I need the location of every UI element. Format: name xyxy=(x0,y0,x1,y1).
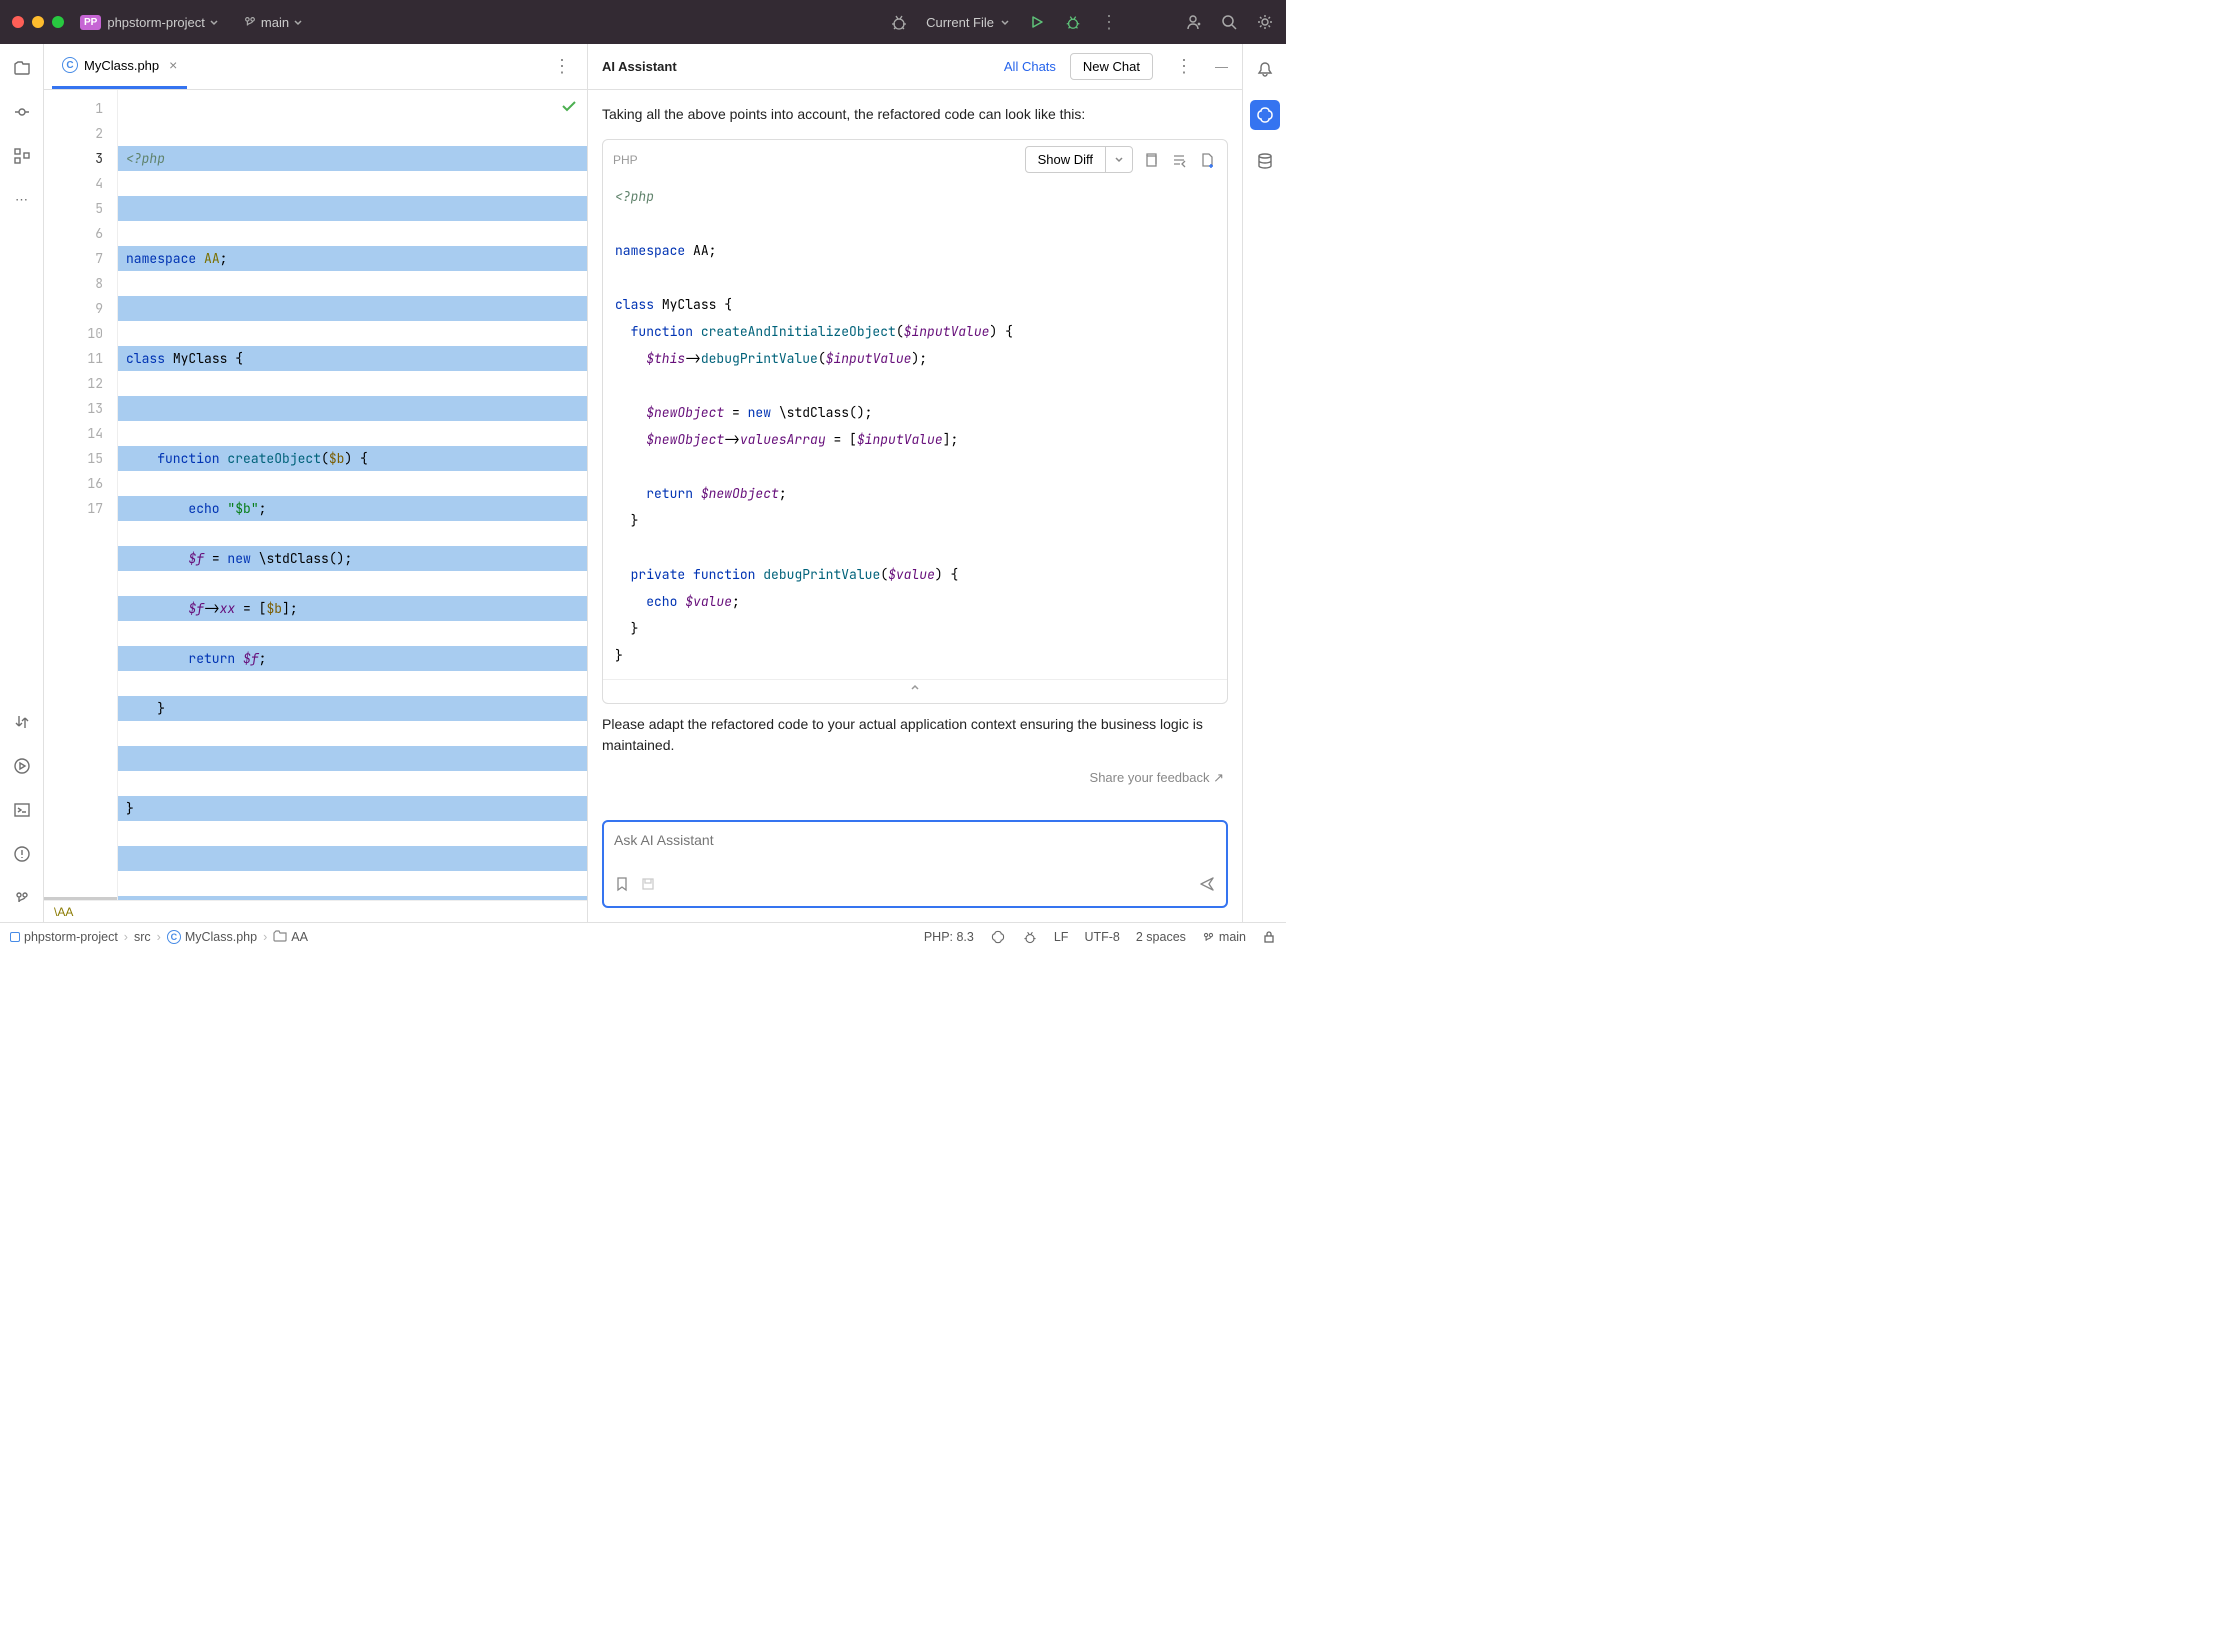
run-button[interactable] xyxy=(1028,13,1046,31)
editor-area: C MyClass.php × ⋮ 1 2 3 4 5 6 7 8 9 10 1… xyxy=(44,44,587,922)
close-tab-button[interactable]: × xyxy=(169,57,177,73)
code-language-badge: PHP xyxy=(613,153,638,167)
branch-selector[interactable]: main xyxy=(239,15,303,30)
project-name: phpstorm-project xyxy=(107,15,205,30)
settings-icon[interactable] xyxy=(1256,13,1274,31)
search-icon[interactable] xyxy=(1220,13,1238,31)
terminal-tool-icon[interactable] xyxy=(12,800,32,820)
bug-actions-icon[interactable] xyxy=(890,13,908,31)
ai-code-content[interactable]: <?php namespace AA; class MyClass { func… xyxy=(603,179,1227,679)
ai-panel-options[interactable]: ⋮ xyxy=(1167,56,1201,77)
database-tool-icon[interactable] xyxy=(1254,150,1276,172)
namespace-icon xyxy=(273,930,287,945)
close-window-button[interactable] xyxy=(12,16,24,28)
breadcrumb-src[interactable]: src xyxy=(134,930,151,944)
status-bar: phpstorm-project › src › C MyClass.php ›… xyxy=(0,922,1286,951)
encoding-status[interactable]: UTF-8 xyxy=(1084,930,1119,944)
vcs-tool-icon[interactable] xyxy=(12,888,32,908)
listener-status-icon[interactable] xyxy=(1022,929,1038,945)
ai-code-block: PHP Show Diff <?php namespace AA; class … xyxy=(602,139,1228,704)
namespace-crumb[interactable]: \AA xyxy=(44,900,587,922)
line-number-gutter: 1 2 3 4 5 6 7 8 9 10 11 12 13 14 15 16 1… xyxy=(44,90,118,900)
ai-input-textarea[interactable] xyxy=(614,832,1216,875)
ai-chat-body: Taking all the above points into account… xyxy=(588,90,1242,820)
show-diff-button[interactable]: Show Diff xyxy=(1025,146,1133,173)
minimize-panel-button[interactable]: — xyxy=(1215,59,1228,74)
window-controls xyxy=(12,16,64,28)
ai-message-outro: Please adapt the refactored code to your… xyxy=(602,714,1228,756)
project-selector[interactable]: PP phpstorm-project xyxy=(80,15,219,30)
branch-name: main xyxy=(261,15,289,30)
php-version-status[interactable]: PHP: 8.3 xyxy=(924,930,974,944)
debug-button[interactable] xyxy=(1064,13,1082,31)
breadcrumb-namespace[interactable]: AA xyxy=(291,930,308,944)
titlebar: PP phpstorm-project main Current File ⋮ xyxy=(0,0,1286,44)
commit-tool-icon[interactable] xyxy=(12,102,32,122)
show-diff-dropdown[interactable] xyxy=(1105,147,1132,172)
lock-status-icon[interactable] xyxy=(1262,930,1276,944)
run-config-label: Current File xyxy=(926,15,994,30)
ai-panel-title: AI Assistant xyxy=(602,59,677,74)
inspection-ok-icon[interactable] xyxy=(559,96,579,116)
left-tool-stripe: ⋯ xyxy=(0,44,44,922)
ai-input-box[interactable] xyxy=(602,820,1228,908)
new-chat-button[interactable]: New Chat xyxy=(1070,53,1153,80)
more-actions-button[interactable]: ⋮ xyxy=(1100,13,1118,31)
tab-filename: MyClass.php xyxy=(84,58,159,73)
breadcrumb-file[interactable]: MyClass.php xyxy=(185,930,257,944)
all-chats-link[interactable]: All Chats xyxy=(1004,59,1056,74)
expand-code-button[interactable] xyxy=(603,679,1227,703)
notifications-icon[interactable] xyxy=(1254,58,1276,80)
editor-tab-bar: C MyClass.php × ⋮ xyxy=(44,44,587,90)
breadcrumb-project[interactable]: phpstorm-project xyxy=(24,930,118,944)
branch-icon xyxy=(243,15,257,29)
create-file-icon[interactable] xyxy=(1199,152,1217,168)
save-prompt-icon[interactable] xyxy=(640,876,656,895)
module-icon xyxy=(10,932,20,942)
structure-tool-icon[interactable] xyxy=(12,146,32,166)
ai-panel-header: AI Assistant All Chats New Chat ⋮ — xyxy=(588,44,1242,90)
indent-status[interactable]: 2 spaces xyxy=(1136,930,1186,944)
project-badge: PP xyxy=(80,15,101,30)
send-button[interactable] xyxy=(1198,875,1216,896)
copy-code-icon[interactable] xyxy=(1143,152,1161,168)
minimize-window-button[interactable] xyxy=(32,16,44,28)
editor-tab[interactable]: C MyClass.php × xyxy=(52,44,187,89)
problems-tool-icon[interactable] xyxy=(12,844,32,864)
code-editor[interactable]: <?php namespace AA; class MyClass { func… xyxy=(118,90,587,900)
php-class-icon: C xyxy=(62,57,78,73)
ai-assistant-tool-icon[interactable] xyxy=(1250,100,1280,130)
services-tool-icon[interactable] xyxy=(12,756,32,776)
code-with-me-icon[interactable] xyxy=(1184,13,1202,31)
project-tool-icon[interactable] xyxy=(12,58,32,78)
share-feedback-link[interactable]: Share your feedback ↗ xyxy=(602,770,1228,786)
insert-code-icon[interactable] xyxy=(1171,152,1189,168)
bookmark-icon[interactable] xyxy=(614,876,630,895)
line-separator-status[interactable]: LF xyxy=(1054,930,1069,944)
transfer-icon[interactable] xyxy=(12,712,32,732)
right-tool-stripe xyxy=(1242,44,1286,922)
ai-status-icon[interactable] xyxy=(990,929,1006,945)
ai-assistant-panel: AI Assistant All Chats New Chat ⋮ — Taki… xyxy=(587,44,1242,922)
maximize-window-button[interactable] xyxy=(52,16,64,28)
more-tools-icon[interactable]: ⋯ xyxy=(12,190,32,210)
ai-message-intro: Taking all the above points into account… xyxy=(602,104,1228,125)
run-configuration-selector[interactable]: Current File xyxy=(926,15,1010,30)
php-class-icon: C xyxy=(167,930,181,944)
editor-tab-options[interactable]: ⋮ xyxy=(545,56,579,77)
git-branch-status[interactable]: main xyxy=(1202,930,1246,944)
